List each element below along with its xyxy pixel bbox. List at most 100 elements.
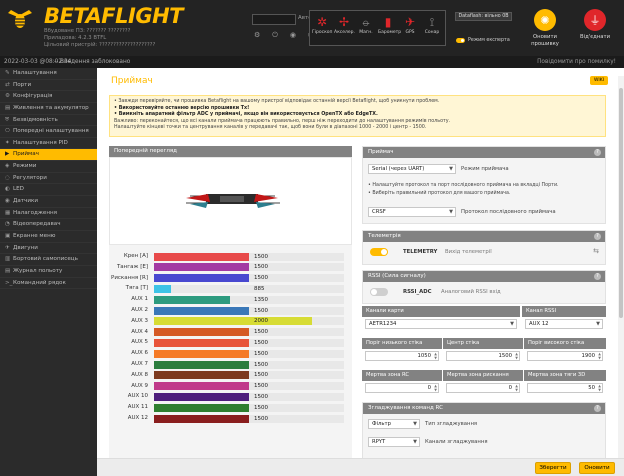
sidebar-item-label: Двигуни xyxy=(13,244,38,251)
smoothing-channels-select[interactable]: RPYT ▼ xyxy=(368,437,420,447)
scrollbar-thumb[interactable] xyxy=(619,88,623,318)
channel-bar xyxy=(154,284,172,293)
record-icon[interactable]: ◉ xyxy=(290,31,296,40)
channel-bar xyxy=(154,360,249,369)
page-title: Приймач xyxy=(111,76,153,86)
rssi-adc-desc: Аналоговий RSSI вхід xyxy=(441,289,501,295)
rssi-header: RSSI (Сила сигналу) ? xyxy=(363,271,605,282)
sidebar-item-icon: ◈ xyxy=(5,163,10,170)
channel-bar xyxy=(154,317,313,326)
channel-row: AUX 4 1500 xyxy=(109,328,352,337)
telemetry-label: TELEMETRY xyxy=(403,249,438,255)
channel-bar xyxy=(154,349,249,358)
sidebar-item-icon: ▶ xyxy=(5,151,10,158)
settings-icon[interactable]: ⚙ xyxy=(254,31,260,40)
expert-toggle-switch[interactable] xyxy=(456,38,465,43)
sidebar-item-label: Датчики xyxy=(13,198,39,205)
channel-label: AUX 6 xyxy=(131,350,148,357)
channel-row: Крен [A] 1500 xyxy=(109,252,352,261)
deadband-yaw-header: Мертва зона рискання xyxy=(443,370,523,381)
save-button[interactable]: Зберегти xyxy=(535,462,571,474)
sidebar-item-11[interactable]: ◉ Датчики xyxy=(0,196,97,208)
smoothing-type-label: Тип згладжування xyxy=(425,421,478,427)
sidebar-item-label: Журнал польоту xyxy=(13,267,63,274)
sidebar-item-4[interactable]: ⛨ Безвідмовність xyxy=(0,115,97,127)
refresh-button[interactable]: Оновити xyxy=(579,462,615,474)
baro-icon: ▮ xyxy=(384,15,392,29)
dataflash-bar: Dataflash: вільно 0B xyxy=(455,12,512,21)
deadband-rc-input[interactable]: 0 ▲ ▼ xyxy=(365,383,439,393)
sidebar-item-17[interactable]: ▤ Журнал польоту xyxy=(0,266,97,278)
wiki-button[interactable]: WIKI xyxy=(590,76,608,85)
sidebar-item-7[interactable]: ▶ Приймач xyxy=(0,149,97,162)
sidebar-item-icon: ◌ xyxy=(5,174,10,181)
sidebar-item-5[interactable]: ⎔ Попередні налаштування xyxy=(0,126,97,138)
channel-map-select[interactable]: AETR1234 ▼ xyxy=(365,319,517,329)
channel-value: 1500 xyxy=(254,329,268,336)
help-icon[interactable]: ? xyxy=(594,149,601,156)
sidebar-item-2[interactable]: ⚙ Конфігурація xyxy=(0,91,97,103)
sensor-baro: ▮ Барометр xyxy=(378,15,402,35)
disconnect-button[interactable]: ⏚ Від'єднати xyxy=(574,9,616,41)
channel-bar xyxy=(154,371,249,380)
stick-center-input[interactable]: 1500 ▲ ▼ xyxy=(446,351,520,361)
port-select[interactable] xyxy=(252,14,296,25)
channel-bar-track: 1500 xyxy=(154,252,344,261)
settings-panel: Приймач ? Serial (через UART) ▼ Режим при… xyxy=(362,146,606,476)
channel-row: AUX 3 2000 xyxy=(109,317,352,326)
stick-high-input[interactable]: 1900 ▲ ▼ xyxy=(527,351,603,361)
stick-low-input[interactable]: 1050 ▲ ▼ xyxy=(365,351,439,361)
rssi-adc-toggle[interactable] xyxy=(370,288,388,296)
report-bug-link[interactable]: Повідомити про помилку! xyxy=(537,56,616,68)
sidebar-item-13[interactable]: ◔ Відеопередавач xyxy=(0,219,97,231)
deadband-yaw-input[interactable]: 0 ▲ ▼ xyxy=(446,383,520,393)
sidebar-item-9[interactable]: ◌ Регулятори xyxy=(0,173,97,185)
sidebar-item-16[interactable]: ▥ Бортовий самописець xyxy=(0,254,97,266)
rssi-box: RSSI (Сила сигналу) ? RSSI_ADC Аналогови… xyxy=(362,270,606,304)
help-icon[interactable]: ? xyxy=(594,273,601,280)
channel-bar-track: 1500 xyxy=(154,382,344,391)
update-firmware-button[interactable]: ✺ Оновити прошивку xyxy=(524,9,566,48)
channel-bar xyxy=(154,306,249,315)
serial-provider-select[interactable]: CRSF ▼ xyxy=(368,207,456,217)
usb-icon: ⏚ xyxy=(584,9,606,31)
expert-mode-toggle[interactable]: Режим експерта xyxy=(456,38,510,43)
firmware-info: Вбудоване ПЗ: ??????? ???????? Приладова… xyxy=(44,28,156,48)
sidebar-item-icon: ▤ xyxy=(5,267,11,274)
scrollbar[interactable] xyxy=(618,76,624,468)
channel-row: AUX 7 1500 xyxy=(109,360,352,369)
channel-bar-track: 1500 xyxy=(154,274,344,283)
sidebar-item-18[interactable]: >_Командний рядок xyxy=(0,278,97,290)
help-icon[interactable]: ? xyxy=(594,233,601,240)
channel-value: 2000 xyxy=(254,318,268,325)
channel-row: Тяга [T] 885 xyxy=(109,284,352,293)
rssi-channel-select[interactable]: AUX 12 ▼ xyxy=(525,319,603,329)
smoothing-channels-label: Канали згладжування xyxy=(425,439,488,445)
sensor-status-bar: ✲ Гіроскоп ✢ Акселер. ⦵ Магн. ▮ Барометр… xyxy=(309,10,446,46)
channel-bar xyxy=(154,252,249,261)
model-preview xyxy=(109,157,352,245)
accel-icon: ✢ xyxy=(338,15,350,29)
deadband-throttle-input[interactable]: 50 ▲ ▼ xyxy=(527,383,603,393)
channel-label: Рискання [R] xyxy=(111,274,148,281)
sidebar-item-icon: ▣ xyxy=(5,232,11,239)
preview-header: Попередній перегляд xyxy=(109,146,352,157)
help-icon[interactable]: ? xyxy=(594,405,601,412)
gyro-icon: ✲ xyxy=(316,15,328,29)
sidebar-item-10[interactable]: ◐ LED xyxy=(0,184,97,197)
sidebar-item-12[interactable]: ▦ Налагодження xyxy=(0,208,97,220)
receiver-mode-select[interactable]: Serial (через UART) ▼ xyxy=(368,164,456,174)
smoothing-type-select[interactable]: Фільтр ▼ xyxy=(368,419,420,429)
channel-row: Тангаж [E] 1500 xyxy=(109,263,352,272)
sidebar-item-6[interactable]: ✦ Налаштування PID xyxy=(0,138,97,150)
sidebar-item-3[interactable]: ▤ Живлення та акумулятор xyxy=(0,103,97,115)
sidebar-item-0[interactable]: ✎ Налаштування xyxy=(0,68,97,80)
sidebar-item-1[interactable]: ⇄ Порти xyxy=(0,80,97,92)
channel-value: 1500 xyxy=(254,264,268,271)
power-icon[interactable]: ⏻ xyxy=(272,31,278,40)
sidebar-item-14[interactable]: ▣ Екранне меню xyxy=(0,231,97,243)
mag-icon: ⦵ xyxy=(360,15,372,29)
sidebar-item-15[interactable]: ✈ Двигуни xyxy=(0,243,97,255)
sidebar-item-8[interactable]: ◈ Режими xyxy=(0,161,97,173)
telemetry-toggle[interactable] xyxy=(370,248,388,256)
